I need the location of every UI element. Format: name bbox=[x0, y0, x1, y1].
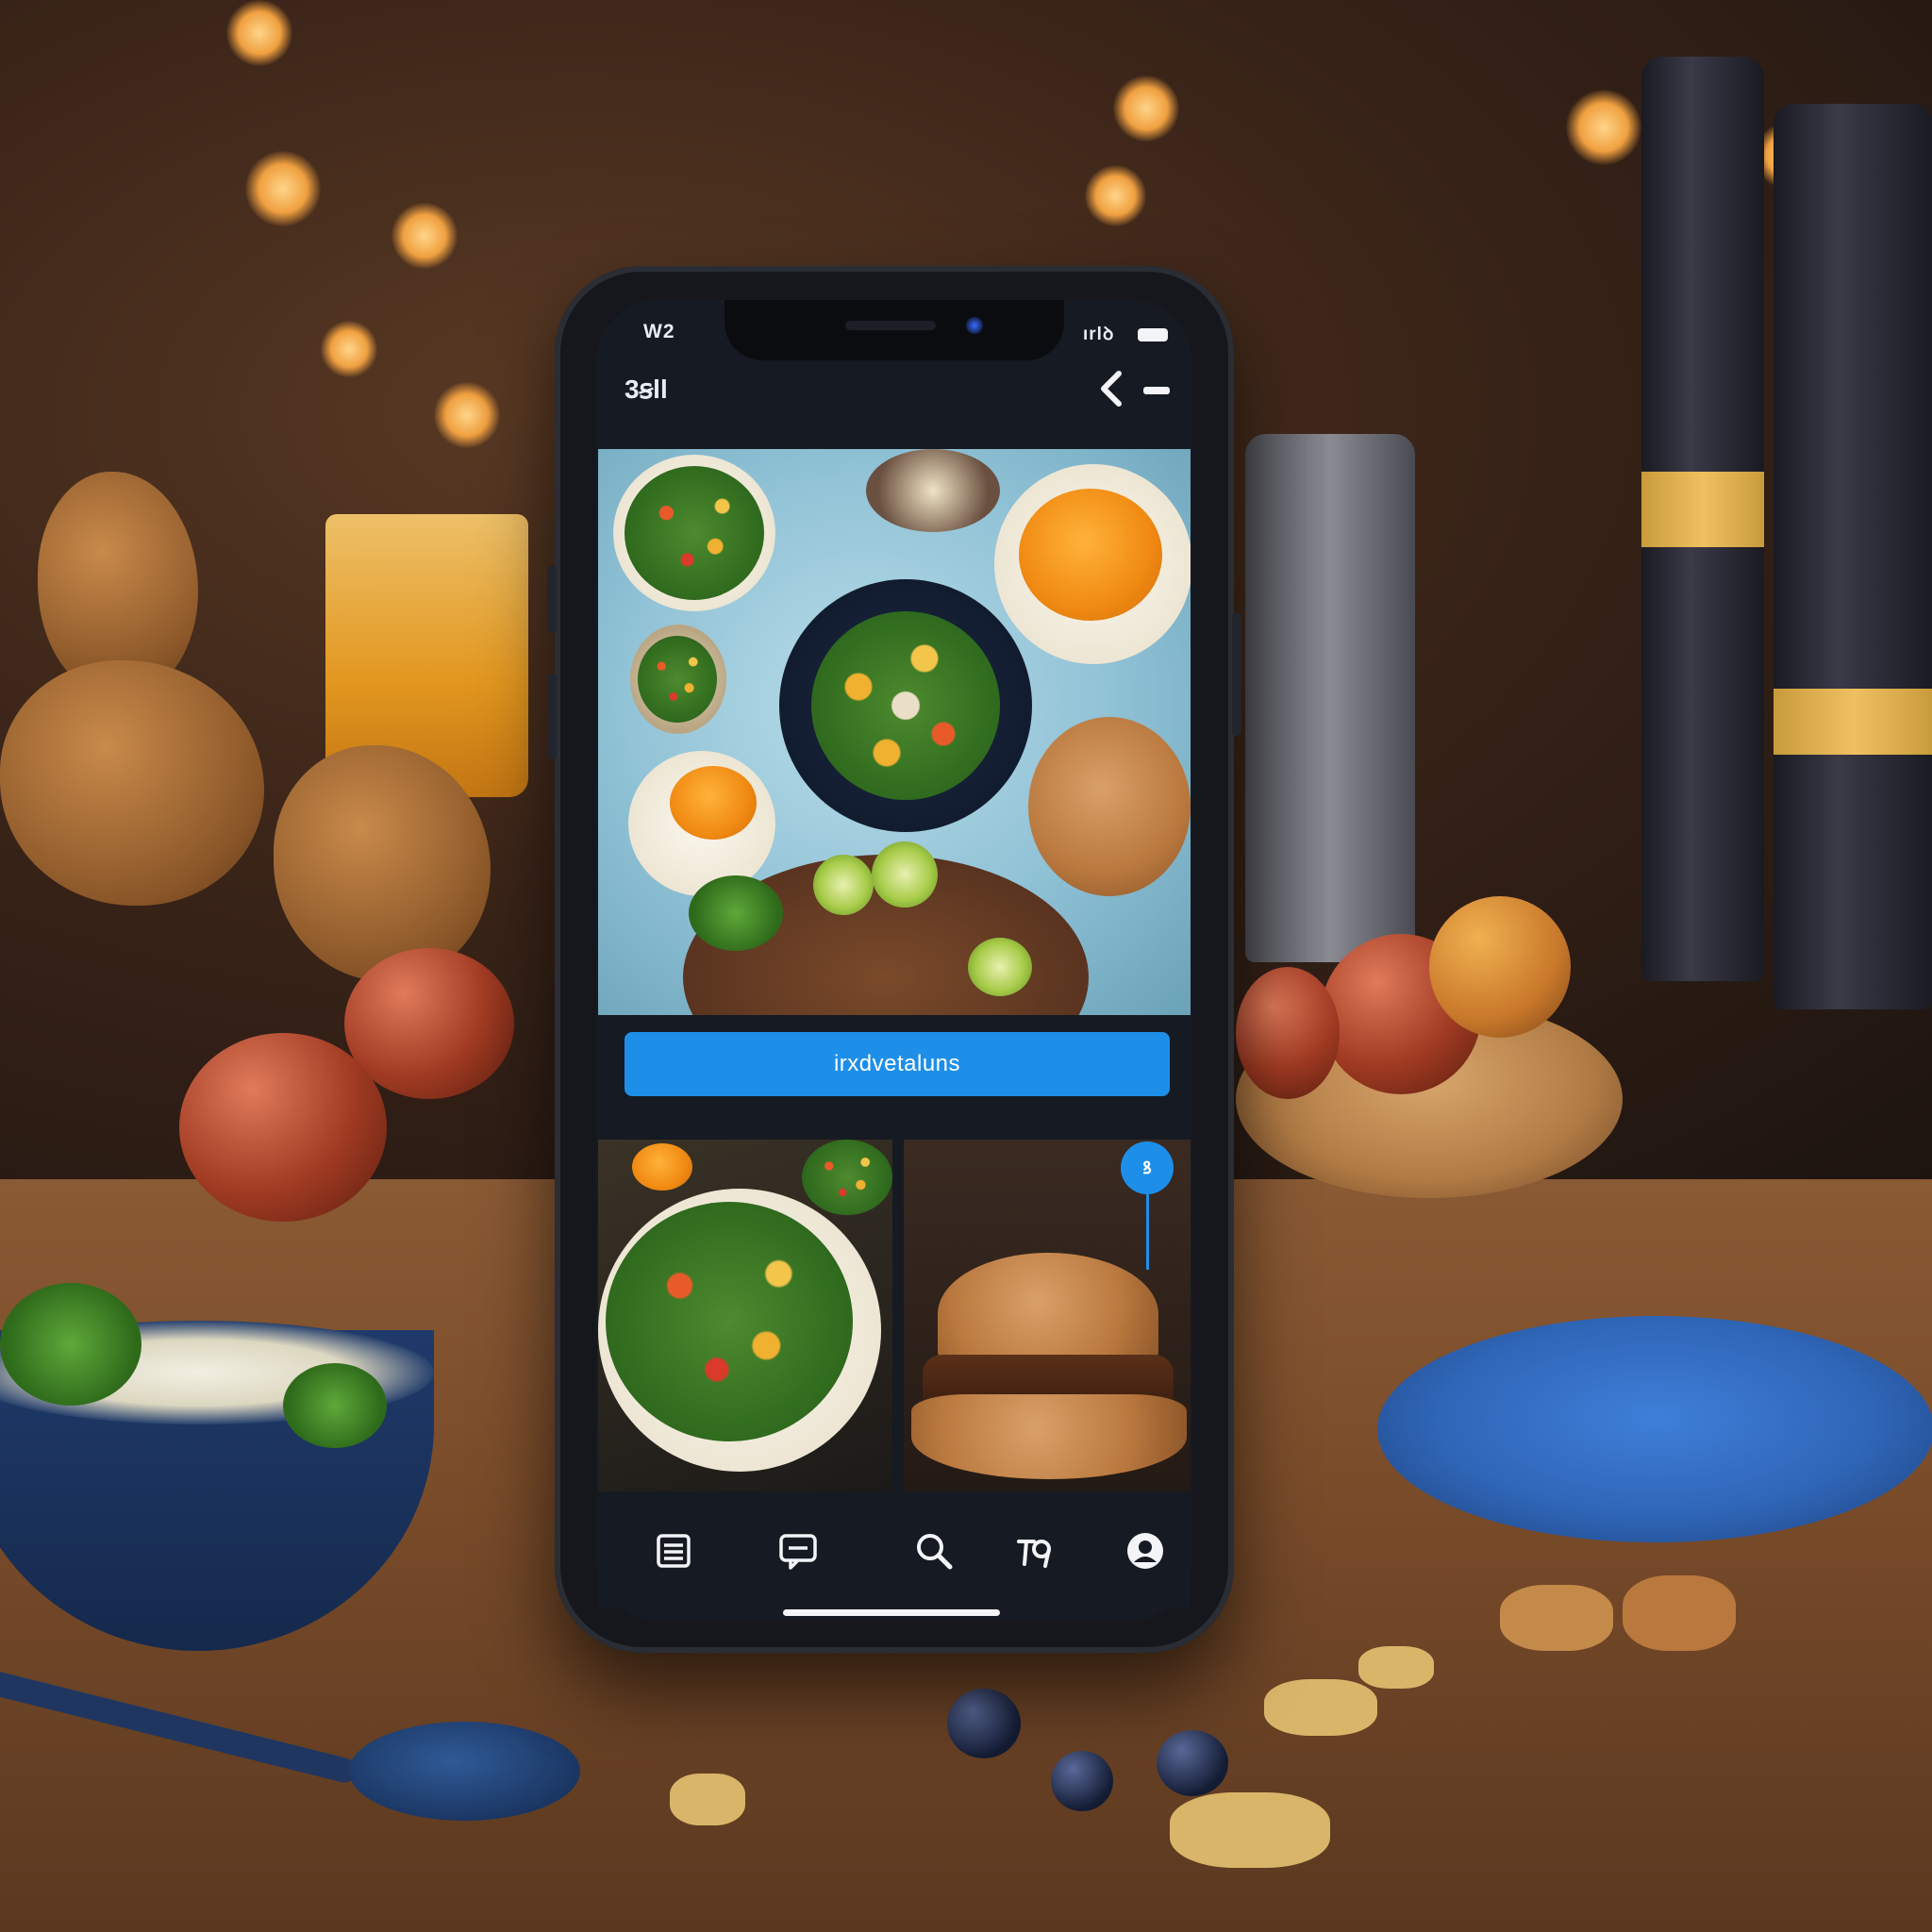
blueberry bbox=[1051, 1751, 1113, 1811]
herb-salad bbox=[625, 466, 764, 600]
light-bokeh bbox=[321, 321, 377, 377]
grid-item-dish-bowl[interactable] bbox=[598, 1140, 892, 1491]
fried-egg bbox=[670, 766, 757, 840]
blueberry bbox=[947, 1689, 1021, 1758]
notch bbox=[724, 300, 1064, 360]
speaker-grille bbox=[845, 321, 936, 330]
nav-tags[interactable] bbox=[1013, 1530, 1055, 1572]
header-count: 3ꞩll bbox=[625, 375, 668, 404]
status-time: W2 bbox=[643, 321, 675, 342]
notification-badge[interactable]: ꝸ bbox=[1121, 1141, 1174, 1194]
back-button[interactable] bbox=[1096, 370, 1128, 408]
crumb bbox=[670, 1774, 745, 1825]
side-button bbox=[547, 566, 557, 632]
crumb bbox=[1358, 1646, 1434, 1689]
light-bokeh bbox=[434, 382, 500, 448]
home-indicator[interactable] bbox=[783, 1609, 1000, 1616]
herb-salad bbox=[606, 1202, 853, 1441]
lime-slice bbox=[813, 855, 874, 915]
crumb bbox=[1170, 1792, 1330, 1868]
parsley bbox=[283, 1363, 387, 1448]
nav-profile[interactable] bbox=[1124, 1530, 1166, 1572]
light-bokeh bbox=[226, 0, 292, 66]
wine-bottle bbox=[1774, 104, 1932, 1009]
chevron-left-icon bbox=[1101, 371, 1122, 407]
power-button bbox=[1232, 613, 1241, 736]
badge-pointer bbox=[1146, 1194, 1149, 1270]
side-salad bbox=[802, 1140, 892, 1215]
burger-bottom-bun bbox=[911, 1394, 1187, 1479]
flatbread bbox=[1028, 717, 1191, 896]
light-bokeh bbox=[1113, 75, 1179, 142]
egg bbox=[632, 1143, 692, 1191]
apple bbox=[1236, 967, 1340, 1099]
parsley bbox=[0, 1283, 142, 1406]
spoon-bowl bbox=[349, 1722, 580, 1821]
apple bbox=[179, 1033, 387, 1222]
light-bokeh bbox=[1566, 90, 1641, 165]
lime-slice bbox=[968, 938, 1032, 996]
walnut bbox=[1500, 1585, 1613, 1651]
nav-search[interactable] bbox=[913, 1530, 955, 1572]
light-bokeh bbox=[1085, 165, 1146, 226]
search-icon bbox=[917, 1534, 953, 1570]
nav-messages[interactable] bbox=[777, 1530, 819, 1572]
orange bbox=[1429, 896, 1571, 1038]
hero-food-image[interactable] bbox=[598, 449, 1191, 1015]
light-bokeh bbox=[391, 203, 458, 269]
volume-button bbox=[547, 675, 557, 759]
light-bokeh bbox=[245, 151, 321, 226]
egg-yolk-sauce bbox=[1019, 489, 1162, 621]
list-icon bbox=[657, 1534, 691, 1568]
crumb bbox=[1264, 1679, 1377, 1736]
walnut bbox=[1623, 1575, 1736, 1651]
jar bbox=[1245, 434, 1415, 962]
nav-list[interactable] bbox=[653, 1530, 694, 1572]
chickpea-salad bbox=[811, 611, 1000, 800]
battery-icon bbox=[1138, 328, 1168, 341]
front-camera bbox=[966, 317, 983, 334]
primary-action-button[interactable]: irxdvetaluns bbox=[625, 1032, 1170, 1096]
lime-slice bbox=[872, 841, 938, 908]
herb-topping bbox=[638, 636, 717, 723]
profile-icon bbox=[1127, 1533, 1163, 1569]
signal-icon: ırlꝺ bbox=[1083, 325, 1115, 344]
wine-bottle bbox=[1641, 57, 1764, 981]
tag-icon bbox=[1017, 1540, 1051, 1568]
blue-plate bbox=[1377, 1316, 1932, 1542]
blueberry bbox=[1157, 1730, 1228, 1796]
chat-icon bbox=[779, 1534, 817, 1570]
bowl bbox=[866, 449, 1000, 532]
menu-button[interactable] bbox=[1143, 387, 1170, 394]
herb-sprig bbox=[689, 875, 783, 951]
